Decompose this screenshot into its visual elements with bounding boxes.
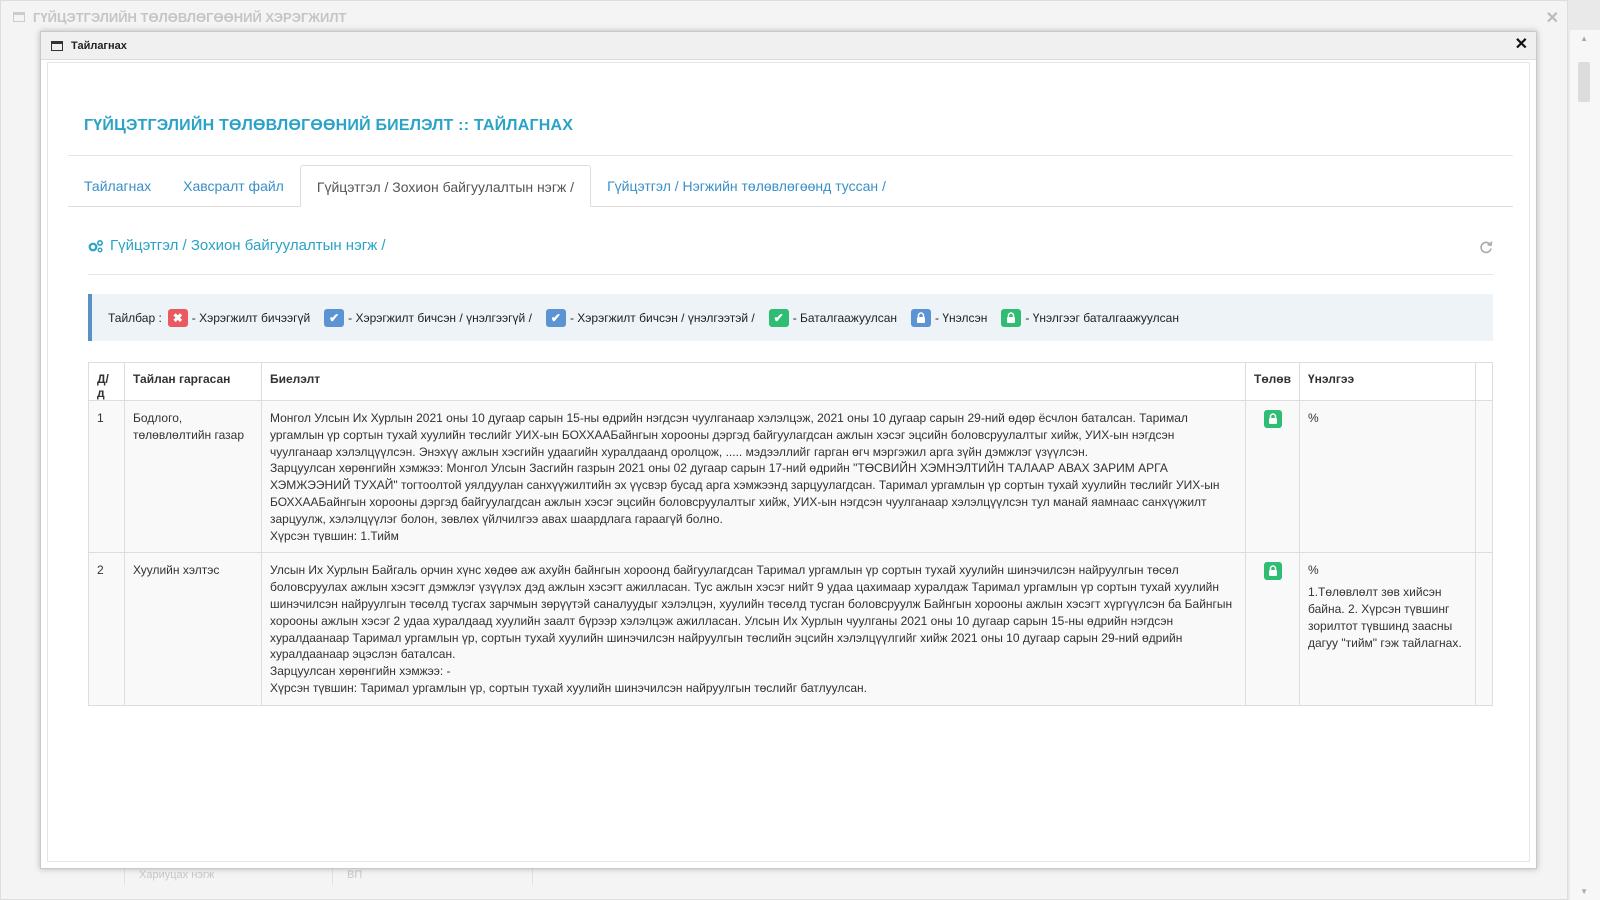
evaluation-percent: % <box>1308 411 1319 425</box>
legend-item: ✔ - Баталгаажуулсан <box>768 308 898 327</box>
background-window-title: ГҮЙЦЭТГЭЛИЙН ТӨЛӨВЛӨГӨӨНИЙ ХЭРЭГЖИЛТ <box>33 9 347 25</box>
column-header-giver[interactable]: Тайлан гаргасан <box>124 362 262 401</box>
check-icon: ✔ <box>768 308 789 327</box>
column-header-extra <box>1475 362 1493 401</box>
column-header-progress[interactable]: Биелэлт <box>261 362 1246 401</box>
check-icon: ✔ <box>545 308 566 327</box>
lock-icon[interactable] <box>1263 562 1282 581</box>
progress-text: Зарцуулсан хөрөнгийн хэмжээ: - <box>270 664 451 679</box>
progress-cell: Монгол Улсын Их Хурлын 2021 оны 10 дугаа… <box>261 399 1246 554</box>
extra-cell <box>1475 399 1493 554</box>
status-cell <box>1245 552 1300 706</box>
tab-attachments[interactable]: Хавсралт файл <box>167 165 300 207</box>
modal-body: ГҮЙЦЭТГЭЛИЙН ТӨЛӨВЛӨГӨӨНИЙ БИЕЛЭЛТ :: ТА… <box>47 62 1530 862</box>
window-icon <box>13 12 25 22</box>
modal-close-icon[interactable]: ✕ <box>1515 37 1528 53</box>
background-titlebar: ГҮЙЦЭТГЭЛИЙН ТӨЛӨВЛӨГӨӨНИЙ ХЭРЭГЖИЛТ <box>1 1 1567 33</box>
scroll-up-icon[interactable]: ▲ <box>1580 34 1588 43</box>
performance-table: Д/д Тайлан гаргасан Биелэлт Төлөв Үнэлгэ… <box>88 362 1493 706</box>
times-icon: ✖ <box>167 308 188 327</box>
report-giver: Хуулийн хэлтэс <box>124 552 262 706</box>
page-title: ГҮЙЦЭТГЭЛИЙН ТӨЛӨВЛӨГӨӨНИЙ БИЕЛЭЛТ :: ТА… <box>84 117 574 134</box>
progress-cell: Улсын Их Хурлын Байгаль орчин хүнс хөдөө… <box>261 552 1246 706</box>
progress-text: Хүрсэн түвшин: Таримал ургамлын үр, сорт… <box>270 680 868 695</box>
divider <box>68 155 1513 156</box>
status-cell <box>1245 399 1300 554</box>
legend-item-text: - Үнэлгээг баталгаажуулсан <box>1025 310 1179 325</box>
legend-item-text: - Хэрэгжилт бичсэн / үнэлгээтэй / <box>569 310 755 325</box>
evaluation-cell: % 1.Төлөвлөлт зөв хийсэн байна. 2. Хүрсэ… <box>1299 552 1476 706</box>
lock-icon <box>1001 308 1022 327</box>
table-row[interactable]: 1 Бодлого, төлөвлөлтийн газар Монгол Улс… <box>88 399 1493 554</box>
legend-item: - Үнэлгээг баталгаажуулсан <box>1001 308 1179 327</box>
evaluation-percent: % <box>1308 563 1319 578</box>
progress-text: Монгол Улсын Их Хурлын 2021 оны 10 дугаа… <box>270 411 1188 459</box>
legend-panel: Тайлбар : ✖ - Хэрэгжилт бичээгүй ✔ - Хэр… <box>88 294 1493 341</box>
tab-performance-unit-plan[interactable]: Гүйцэтгэл / Нэгжийн төлөвлөгөөнд туссан … <box>591 165 902 207</box>
report-giver: Бодлого, төлөвлөлтийн газар <box>124 399 262 554</box>
progress-text: Хүрсэн түвшин: 1.Тийм <box>270 528 399 543</box>
divider <box>88 274 1493 275</box>
gears-icon <box>88 239 104 252</box>
legend-item: ✔ - Хэрэгжилт бичсэн / үнэлгээтэй / <box>545 308 755 327</box>
modal-title: Тайлагнах <box>71 39 127 52</box>
legend-item: - Үнэлсэн <box>911 308 988 327</box>
check-icon: ✔ <box>324 308 345 327</box>
extra-cell <box>1475 552 1493 706</box>
column-header-num[interactable]: Д/д <box>88 362 125 401</box>
table-row[interactable]: 2 Хуулийн хэлтэс Улсын Их Хурлын Байгаль… <box>88 552 1493 706</box>
evaluation-cell: % <box>1299 399 1476 554</box>
progress-text: Зарцуулсан хөрөнгийн хэмжээ: Монгол Улсы… <box>270 461 1220 526</box>
modal-titlebar[interactable]: Тайлагнах ✕ <box>41 32 1536 60</box>
legend-item-text: - Үнэлсэн <box>935 310 988 325</box>
section-title: Гүйцэтгэл / Зохион байгуулалтын нэгж / <box>88 237 386 254</box>
legend-item: ✖ - Хэрэгжилт бичээгүй <box>167 308 311 327</box>
tab-performance-org-unit[interactable]: Гүйцэтгэл / Зохион байгуулалтын нэгж / <box>299 165 592 207</box>
legend-label: Тайлбар : <box>108 310 162 325</box>
refresh-icon[interactable] <box>1479 240 1493 254</box>
legend-item-text: - Баталгаажуулсан <box>792 310 898 325</box>
legend-item: ✔ - Хэрэгжилт бичсэн / үнэлгээгүй / <box>324 308 532 327</box>
background-close-icon[interactable]: ✕ <box>1546 8 1559 28</box>
scrollbar-thumb[interactable] <box>1578 62 1590 102</box>
lock-icon <box>911 308 932 327</box>
table-header-row: Д/д Тайлан гаргасан Биелэлт Төлөв Үнэлгэ… <box>88 362 1493 401</box>
tab-report[interactable]: Тайлагнах <box>68 165 167 207</box>
row-number: 1 <box>88 399 125 554</box>
scroll-down-icon[interactable]: ▼ <box>1580 887 1588 896</box>
column-header-status[interactable]: Төлөв <box>1245 362 1300 401</box>
window-icon <box>51 40 63 51</box>
tab-bar: Тайлагнах Хавсралт файл Гүйцэтгэл / Зохи… <box>68 165 1513 207</box>
legend-item-text: - Хэрэгжилт бичсэн / үнэлгээгүй / <box>348 310 532 325</box>
lock-icon[interactable] <box>1263 410 1282 428</box>
page-scrollbar[interactable]: ▲ ▼ <box>1570 30 1600 900</box>
progress-text: Улсын Их Хурлын Байгаль орчин хүнс хөдөө… <box>270 563 1233 662</box>
column-header-evaluation[interactable]: Үнэлгээ <box>1299 362 1476 401</box>
report-modal: Тайлагнах ✕ ГҮЙЦЭТГЭЛИЙН ТӨЛӨВЛӨГӨӨНИЙ Б… <box>40 31 1537 869</box>
section-title-text: Гүйцэтгэл / Зохион байгуулалтын нэгж / <box>110 237 386 254</box>
row-number: 2 <box>88 552 125 706</box>
legend-item-text: - Хэрэгжилт бичээгүй <box>191 310 311 325</box>
evaluation-note: 1.Төлөвлөлт зөв хийсэн байна. 2. Хүрсэн … <box>1308 585 1462 650</box>
